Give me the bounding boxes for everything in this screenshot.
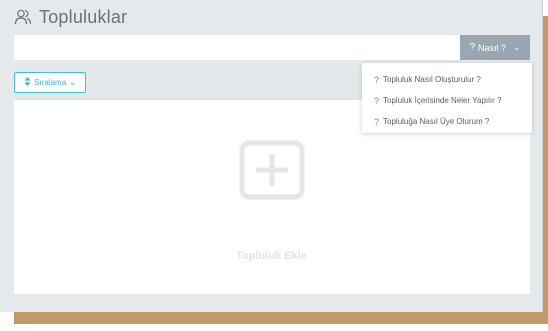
dropdown-item-create[interactable]: ? Topluluk Nasıl Oluşturulur ? — [362, 69, 532, 90]
dropdown-item-label: Topluluk Nasıl Oluşturulur ? — [383, 75, 481, 84]
add-community-button[interactable]: Topluluk Ekle — [234, 140, 309, 262]
add-community-label: Topluluk Ekle — [236, 250, 307, 262]
users-icon — [14, 8, 32, 26]
dropdown-item-label: Topluluğa Nasıl Üye Olurum ? — [383, 117, 490, 126]
chevron-down-icon: ⌄ — [513, 42, 521, 52]
dropdown-item-activities[interactable]: ? Topluluk İçerisinde Neler Yapılır ? — [362, 90, 532, 111]
sort-icon — [24, 77, 31, 88]
question-circle-icon: ? — [374, 74, 380, 85]
communities-panel: Topluluklar ? Nasıl ? ⌄ Sıralama ⌄ Toplu… — [0, 0, 543, 312]
page-header: Topluluklar — [14, 6, 127, 28]
how-to-button[interactable]: ? Nasıl ? ⌄ — [460, 35, 530, 60]
question-circle-icon: ? — [469, 42, 475, 53]
sort-button-label: Sıralama — [34, 78, 67, 87]
chevron-down-icon: ⌄ — [69, 78, 76, 87]
page-title: Topluluklar — [39, 6, 128, 27]
plus-square-icon — [237, 140, 307, 200]
dropdown-item-label: Topluluk İçerisinde Neler Yapılır ? — [383, 96, 502, 105]
how-to-button-label: Nasıl ? — [478, 42, 507, 53]
sort-button[interactable]: Sıralama ⌄ — [14, 72, 86, 93]
question-circle-icon: ? — [374, 95, 380, 106]
search-input[interactable]: ? Nasıl ? ⌄ — [14, 35, 530, 60]
dropdown-item-membership[interactable]: ? Topluluğa Nasıl Üye Olurum ? — [362, 111, 532, 132]
question-circle-icon: ? — [374, 116, 380, 127]
how-to-dropdown: ? Topluluk Nasıl Oluşturulur ? ? Toplulu… — [362, 63, 532, 133]
